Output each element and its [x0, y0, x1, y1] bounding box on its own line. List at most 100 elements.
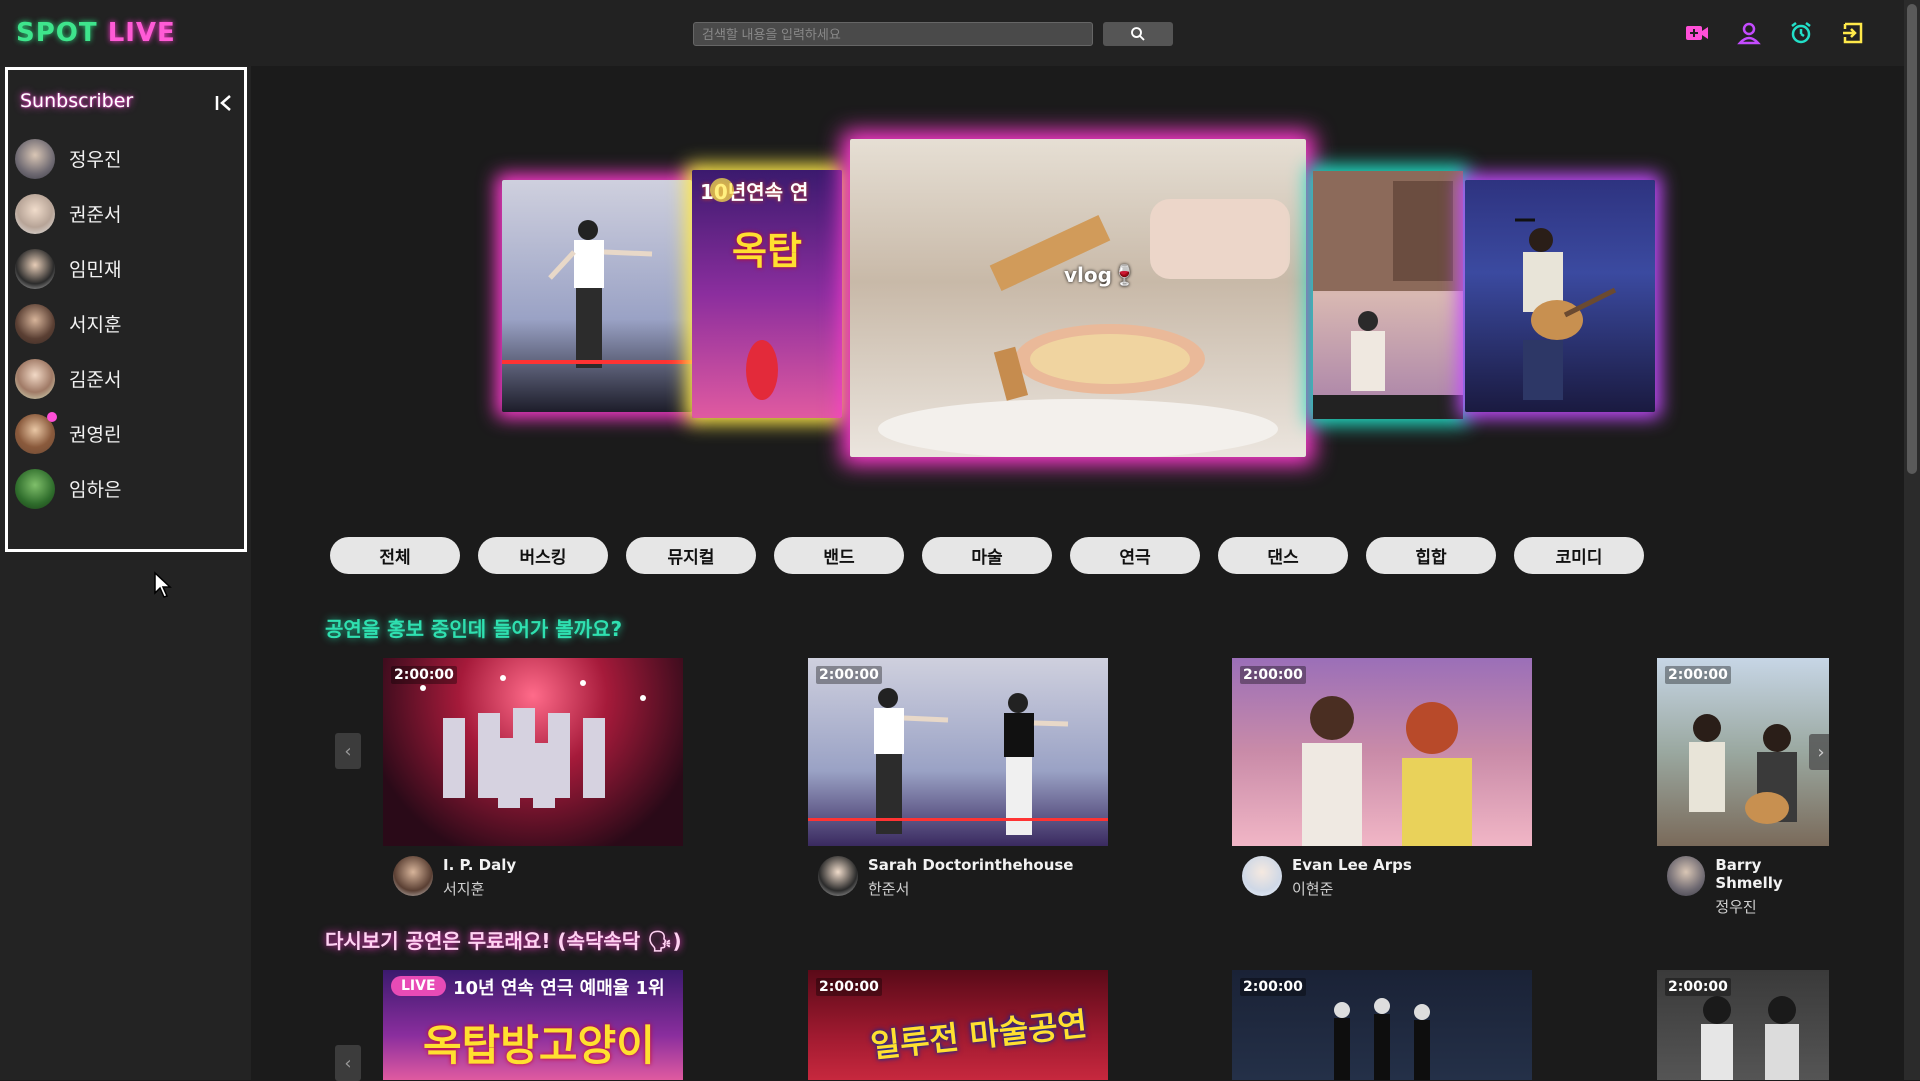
card-creator[interactable]: 서지훈 — [443, 878, 516, 899]
vlog-label: vlog🍷 — [1064, 263, 1137, 287]
avatar — [15, 358, 55, 399]
collapse-left-icon — [215, 95, 231, 111]
card-title[interactable]: I. P. Daly — [443, 856, 516, 874]
category-all-button[interactable]: 전체 — [330, 537, 460, 574]
video-thumbnail[interactable]: LIVE 10년 연속 연극 예매율 1위 옥탑방고양이 — [383, 970, 683, 1080]
app-logo[interactable]: SPOT LIVE — [16, 18, 176, 48]
category-comedy-button[interactable]: 코미디 — [1514, 537, 1644, 574]
search-button[interactable] — [1103, 22, 1173, 46]
subscriber-item[interactable]: 임하은 — [15, 461, 121, 516]
card-title[interactable]: Sarah Doctorinthehouse — [868, 856, 1073, 874]
dance-group-illustration — [420, 675, 646, 808]
video-card[interactable]: 2:00:00 — [1657, 970, 1829, 1080]
hero-card-guitar[interactable] — [1465, 180, 1655, 412]
subscriber-item[interactable]: 임민재 — [15, 241, 121, 296]
theater-scene-illustration — [1302, 696, 1472, 846]
subscriber-item[interactable]: 권준서 — [15, 186, 121, 241]
category-dance-button[interactable]: 댄스 — [1218, 537, 1348, 574]
card-meta: Evan Lee Arps 이현준 — [1242, 856, 1532, 899]
duration-badge: 2:00:00 — [816, 666, 882, 684]
hero-card-traditional[interactable] — [1313, 171, 1463, 419]
logout-button[interactable] — [1840, 20, 1866, 46]
alarm-clock-icon — [1791, 22, 1811, 44]
hero-card-vlog-featured[interactable]: vlog🍷 — [850, 139, 1306, 459]
subscriber-name: 권영린 — [69, 424, 122, 446]
subscriber-name: 권준서 — [69, 204, 122, 226]
hero-card-poster[interactable]: 10년연속 연 옥탑 — [692, 170, 842, 418]
card-title[interactable]: Evan Lee Arps — [1292, 856, 1412, 874]
category-theater-button[interactable]: 연극 — [1070, 537, 1200, 574]
next-arrow-button[interactable]: › — [1809, 734, 1829, 770]
collapse-sidebar-button[interactable] — [213, 92, 235, 114]
subscriber-list: 정우진 권준서 임민재 서지훈 김준서 권영린 임하은 — [15, 131, 121, 516]
hero-card-dance[interactable] — [502, 180, 692, 412]
category-hiphop-button[interactable]: 힙합 — [1366, 537, 1496, 574]
category-busking-button[interactable]: 버스킹 — [478, 537, 608, 574]
avatar[interactable] — [1242, 856, 1282, 896]
avatar — [15, 193, 55, 234]
avatar[interactable] — [818, 856, 858, 896]
avatar — [15, 468, 55, 509]
category-band-button[interactable]: 밴드 — [774, 537, 904, 574]
poster-headline: 10년 연속 연극 예매율 1위 — [453, 978, 665, 999]
top-bar: SPOT LIVE — [0, 0, 1904, 66]
section-title-promotions: 공연을 홍보 중인데 들어가 볼까요? — [325, 617, 623, 641]
duration-badge: 2:00:00 — [1665, 978, 1731, 996]
video-thumbnail[interactable]: 2:00:00 — [1232, 970, 1532, 1080]
video-card[interactable]: LIVE 10년 연속 연극 예매율 1위 옥탑방고양이 — [383, 970, 683, 1080]
avatar[interactable] — [1667, 856, 1706, 896]
dance-duo-illustration — [808, 688, 1108, 835]
avatar — [15, 248, 55, 289]
video-card[interactable]: 2:00:00 › Barry Shmelly 정우진 — [1657, 658, 1829, 917]
video-card[interactable]: 2:00:00 I. P. Daly 서지훈 — [383, 658, 683, 899]
avatar[interactable] — [393, 856, 433, 896]
category-musical-button[interactable]: 뮤지컬 — [626, 537, 756, 574]
live-indicator — [47, 411, 57, 422]
subscriber-item[interactable]: 김준서 — [15, 351, 121, 406]
video-card[interactable]: 2:00:00 — [1232, 970, 1532, 1080]
card-meta: I. P. Daly 서지훈 — [393, 856, 683, 899]
subscriber-item[interactable]: 서지훈 — [15, 296, 121, 351]
video-card[interactable]: 2:00:00 Evan Lee Arps 이현준 — [1232, 658, 1532, 899]
prev-arrow-button[interactable]: ‹ — [335, 1045, 361, 1081]
user-button[interactable] — [1736, 20, 1762, 46]
search-input[interactable] — [693, 22, 1093, 46]
subscriber-name: 김준서 — [69, 369, 122, 391]
duration-badge: 2:00:00 — [816, 978, 882, 996]
sidebar: Sunbscriber 정우진 권준서 임민재 서지훈 김준서 권영린 임하은 — [0, 66, 251, 1080]
mouse-cursor-icon — [154, 571, 172, 598]
video-camera-button[interactable] — [1684, 20, 1710, 46]
user-icon — [1737, 22, 1761, 45]
category-magic-button[interactable]: 마술 — [922, 537, 1052, 574]
card-title[interactable]: Barry Shmelly — [1715, 856, 1829, 892]
category-filter-bar: 전체 버스킹 뮤지컬 밴드 마술 연극 댄스 힙합 코미디 — [330, 537, 1644, 574]
poster-title: 옥탑방고양이 — [423, 1021, 655, 1070]
video-card[interactable]: 2:00:00 일루전 마술공연 — [808, 970, 1108, 1080]
card-meta: Sarah Doctorinthehouse 한준서 — [818, 856, 1108, 899]
video-thumbnail[interactable]: 2:00:00 — [808, 658, 1108, 846]
subscriber-item[interactable]: 정우진 — [15, 131, 121, 186]
video-thumbnail[interactable]: 2:00:00 — [383, 658, 683, 846]
poster-illustration — [710, 178, 778, 400]
video-thumbnail[interactable]: 2:00:00 — [1232, 658, 1532, 846]
subscriber-name: 정우진 — [69, 149, 122, 171]
prev-arrow-button[interactable]: ‹ — [335, 733, 361, 769]
video-thumbnail[interactable]: 2:00:00 일루전 마술공연 — [808, 970, 1108, 1080]
busking-illustration — [1689, 714, 1797, 824]
card-creator[interactable]: 정우진 — [1715, 896, 1829, 917]
avatar — [15, 138, 55, 179]
subscriber-name: 서지훈 — [69, 314, 122, 336]
card-creator[interactable]: 한준서 — [868, 878, 1073, 899]
subscriber-item[interactable]: 권영린 — [15, 406, 121, 461]
vlog-illustration — [878, 199, 1290, 459]
alarm-button[interactable] — [1788, 20, 1814, 46]
video-thumbnail[interactable]: 2:00:00 › — [1657, 658, 1829, 846]
vertical-scrollbar[interactable] — [1904, 0, 1920, 1080]
dancer-illustration — [502, 220, 692, 368]
scrollbar-thumb[interactable] — [1907, 4, 1917, 474]
duration-badge: 2:00:00 — [1240, 978, 1306, 996]
video-thumbnail[interactable]: 2:00:00 — [1657, 970, 1829, 1080]
poster-title: 일루전 마술공연 — [868, 1004, 1089, 1066]
card-creator[interactable]: 이현준 — [1292, 878, 1412, 899]
video-card[interactable]: 2:00:00 Sarah Doctorinthehouse 한준서 — [808, 658, 1108, 899]
